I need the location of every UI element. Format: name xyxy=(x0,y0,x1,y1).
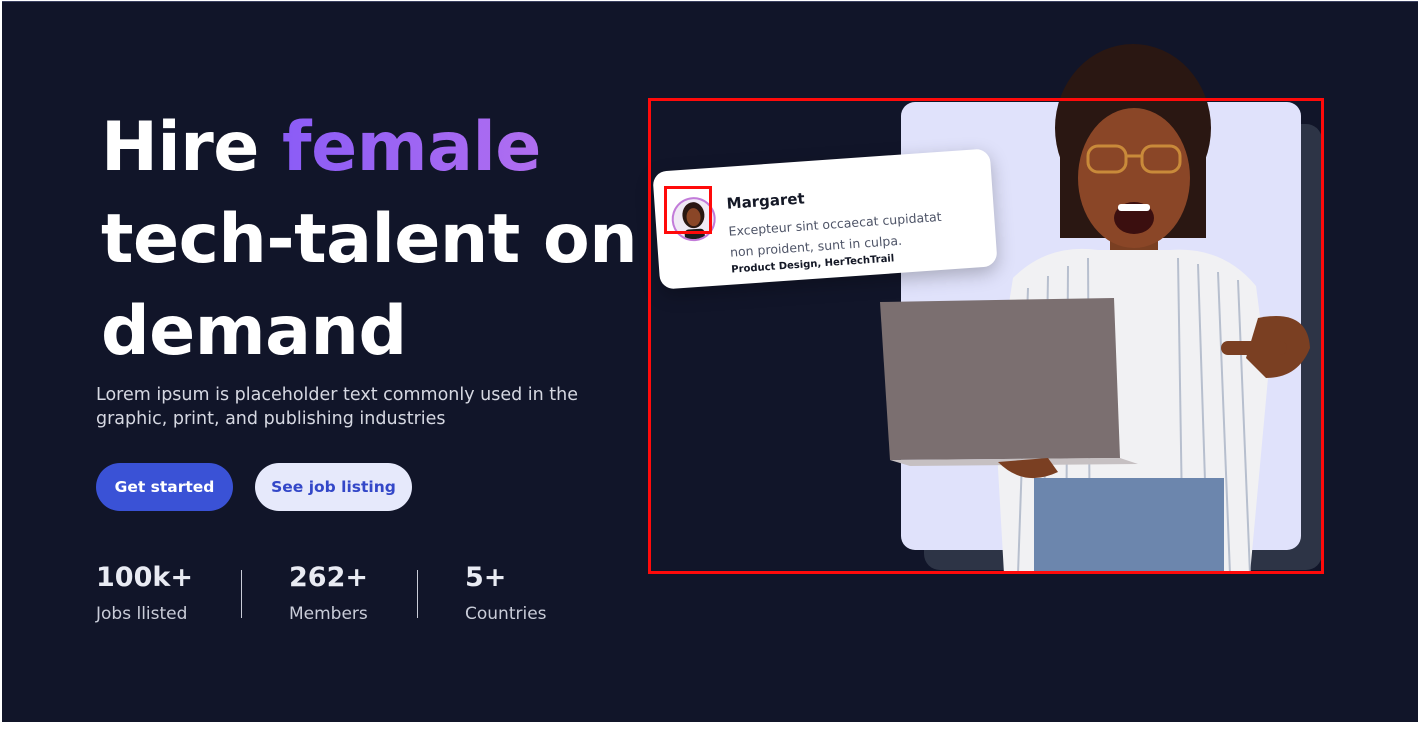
get-started-button[interactable]: Get started xyxy=(96,463,233,511)
stat-divider xyxy=(417,570,418,618)
avatar xyxy=(670,195,718,243)
woman-with-laptop-photo-icon xyxy=(880,44,1310,574)
hero-subtitle: Lorem ipsum is placeholder text commonly… xyxy=(96,385,579,429)
stat-label: Countries xyxy=(465,604,547,624)
stat-value: 5+ xyxy=(465,562,507,593)
stat-divider xyxy=(241,570,242,618)
stat-jobs: 100k+ Jobs llisted xyxy=(96,560,193,626)
stat-countries: 5+ Countries xyxy=(465,560,547,626)
profile-card: Margaret Excepteur sint occaecat cupidat… xyxy=(652,148,998,290)
page: Hire female tech-talent on demand Lorem i… xyxy=(0,0,1422,730)
stat-label: Jobs llisted xyxy=(96,604,188,624)
headline-prefix: Hire xyxy=(101,108,283,187)
stat-members: 262+ Members xyxy=(289,560,368,626)
hero-visual: Margaret Excepteur sint occaecat cupidat… xyxy=(648,44,1324,574)
profile-quote: Excepteur sint occaecat cupidatat non pr… xyxy=(728,208,943,260)
stat-value: 262+ xyxy=(289,562,368,593)
hero-section: Hire female tech-talent on demand Lorem i… xyxy=(2,1,1418,722)
stat-value: 100k+ xyxy=(96,562,193,593)
see-job-listing-button[interactable]: See job listing xyxy=(255,463,412,511)
stat-label: Members xyxy=(289,604,368,624)
woman-avatar-photo-icon xyxy=(672,197,716,241)
headline-suffix: tech-talent on demand xyxy=(101,200,638,371)
hero-headline: Hire female tech-talent on demand xyxy=(101,102,641,378)
headline-accent: female xyxy=(282,108,541,187)
profile-name: Margaret xyxy=(726,189,806,213)
